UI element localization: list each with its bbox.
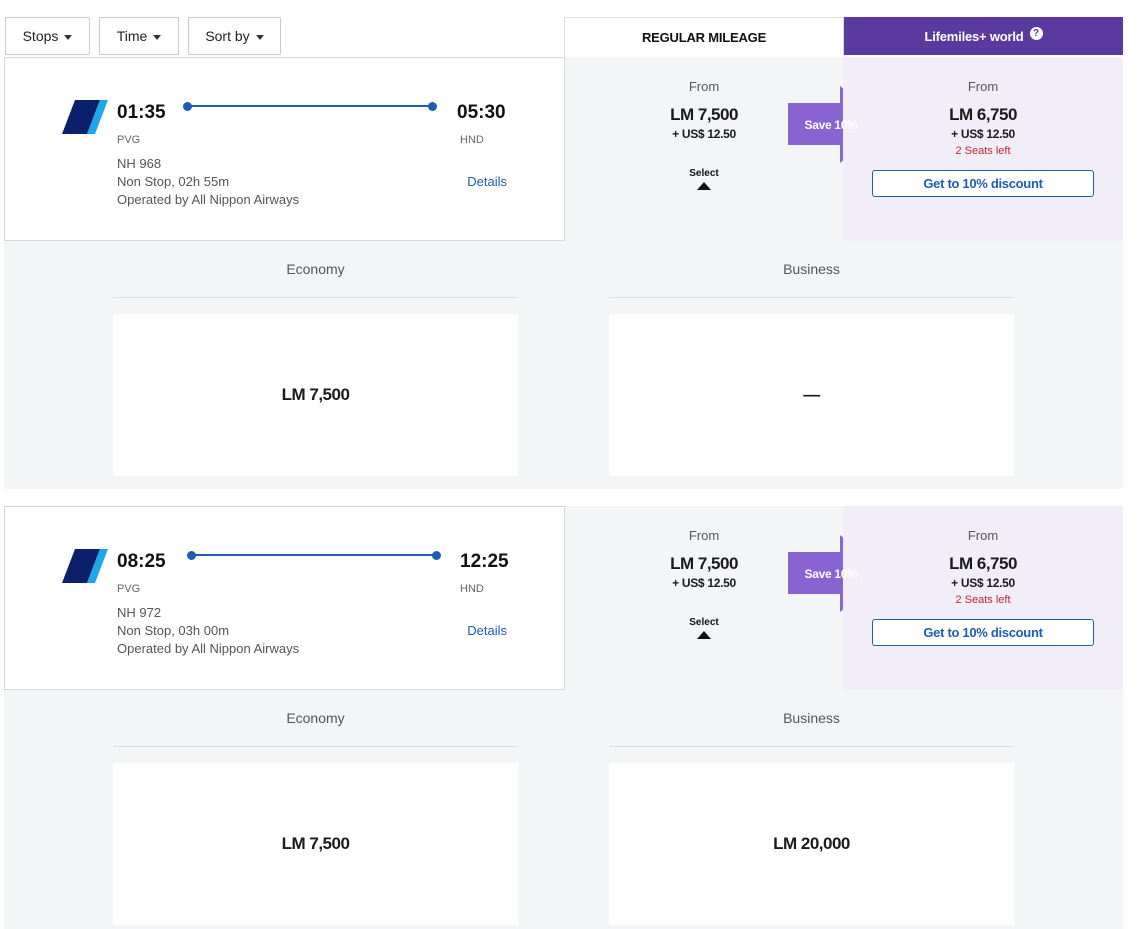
save-badge: Save 10%: [804, 117, 858, 132]
get-discount-button[interactable]: Get to 10% discount: [872, 170, 1094, 197]
departure-airport: PVG: [117, 583, 141, 595]
plus-tax: + US$ 12.50: [951, 576, 1015, 590]
flight-card[interactable]: 01:35 PVG 05:30 HND NH 968 Non Stop, 02h…: [4, 57, 565, 241]
departure-time: 01:35: [117, 102, 166, 123]
select-label: Select: [689, 168, 719, 179]
flight-card[interactable]: 08:25 PVG 12:25 HND NH 972 Non Stop, 03h…: [4, 506, 565, 690]
cabin-price-business[interactable]: LM 20,000: [609, 763, 1014, 925]
cabin-price-economy[interactable]: LM 7,500: [113, 314, 518, 476]
route-end-dot: [432, 550, 441, 560]
route-start-dot: [183, 101, 192, 111]
flight-operator: Operated by All Nippon Airways: [117, 641, 300, 656]
select-button[interactable]: Select: [565, 617, 843, 639]
cabin-header-economy: Economy: [113, 241, 518, 298]
select-label: Select: [689, 617, 719, 628]
time-filter-label: Time: [116, 28, 148, 44]
get-discount-button[interactable]: Get to 10% discount: [872, 619, 1094, 646]
stops-filter-button[interactable]: Stops: [5, 17, 90, 55]
departure-airport: PVG: [117, 134, 141, 146]
flight-duration: Non Stop, 03h 00m: [117, 623, 230, 638]
caret-down-icon: [255, 34, 264, 40]
tab-lifemiles-plus[interactable]: Lifemiles+ world ?: [844, 17, 1123, 55]
sort-by-button[interactable]: Sort by: [188, 17, 281, 55]
departure-time: 08:25: [117, 551, 166, 572]
save-badge: Save 10%: [804, 566, 858, 581]
regular-fare[interactable]: From LM 7,500 + US$ 12.50 Select Save 10…: [565, 57, 886, 241]
seats-left: 2 Seats left: [955, 594, 1011, 606]
cabin-header-economy: Economy: [113, 690, 518, 747]
cabin-header-business: Business: [609, 241, 1014, 298]
tab-lifemiles-plus-label: Lifemiles+ world: [924, 28, 1024, 44]
plus-price: LM 6,750: [949, 554, 1017, 573]
flight-operator: Operated by All Nippon Airways: [117, 192, 300, 207]
plus-fare: From LM 6,750 + US$ 12.50 2 Seats left G…: [843, 57, 1123, 241]
tab-regular-mileage-label: REGULAR MILEAGE: [641, 30, 767, 45]
details-link[interactable]: Details: [467, 174, 507, 189]
cabin-options: Economy LM 7,500 Business LM 20,000: [4, 690, 1123, 929]
ana-logo-icon: [62, 549, 108, 583]
cabin-price-economy[interactable]: LM 7,500: [113, 763, 518, 925]
flight-result: 01:35 PVG 05:30 HND NH 968 Non Stop, 02h…: [4, 57, 1123, 489]
flight-result: 08:25 PVG 12:25 HND NH 972 Non Stop, 03h…: [4, 506, 1123, 929]
route-start-dot: [187, 550, 196, 560]
plus-fare: From LM 6,750 + US$ 12.50 2 Seats left G…: [843, 506, 1123, 690]
plus-price: LM 6,750: [949, 105, 1017, 124]
regular-fare[interactable]: From LM 7,500 + US$ 12.50 Select Save 10…: [565, 506, 886, 690]
plus-tax: + US$ 12.50: [951, 127, 1015, 141]
caret-down-icon: [64, 34, 73, 40]
arrival-airport: HND: [460, 583, 484, 595]
cabin-header-business: Business: [609, 690, 1014, 747]
plus-from-label: From: [967, 79, 999, 94]
seats-left: 2 Seats left: [955, 145, 1011, 157]
arrival-airport: HND: [460, 134, 484, 146]
ana-logo-icon: [62, 100, 108, 134]
stops-filter-label: Stops: [22, 28, 59, 44]
tab-regular-mileage[interactable]: REGULAR MILEAGE: [564, 17, 844, 57]
triangle-up-icon: [697, 182, 711, 190]
cabin-options: Economy LM 7,500 Business —: [4, 241, 1123, 489]
flight-number: NH 972: [117, 605, 162, 620]
flight-duration: Non Stop, 02h 55m: [117, 174, 230, 189]
cabin-price-business[interactable]: —: [609, 314, 1014, 476]
route-line: [187, 550, 441, 560]
sort-by-label: Sort by: [205, 28, 250, 44]
plus-from-label: From: [967, 528, 999, 543]
caret-down-icon: [153, 34, 162, 40]
arrival-time: 05:30: [457, 102, 506, 123]
route-end-dot: [428, 101, 437, 111]
question-circle-icon[interactable]: ?: [1029, 26, 1043, 40]
route-line: [183, 101, 437, 111]
details-link[interactable]: Details: [467, 623, 507, 638]
triangle-up-icon: [697, 631, 711, 639]
select-button[interactable]: Select: [565, 168, 843, 190]
time-filter-button[interactable]: Time: [99, 17, 179, 55]
arrival-time: 12:25: [460, 551, 509, 572]
flight-number: NH 968: [117, 156, 162, 171]
